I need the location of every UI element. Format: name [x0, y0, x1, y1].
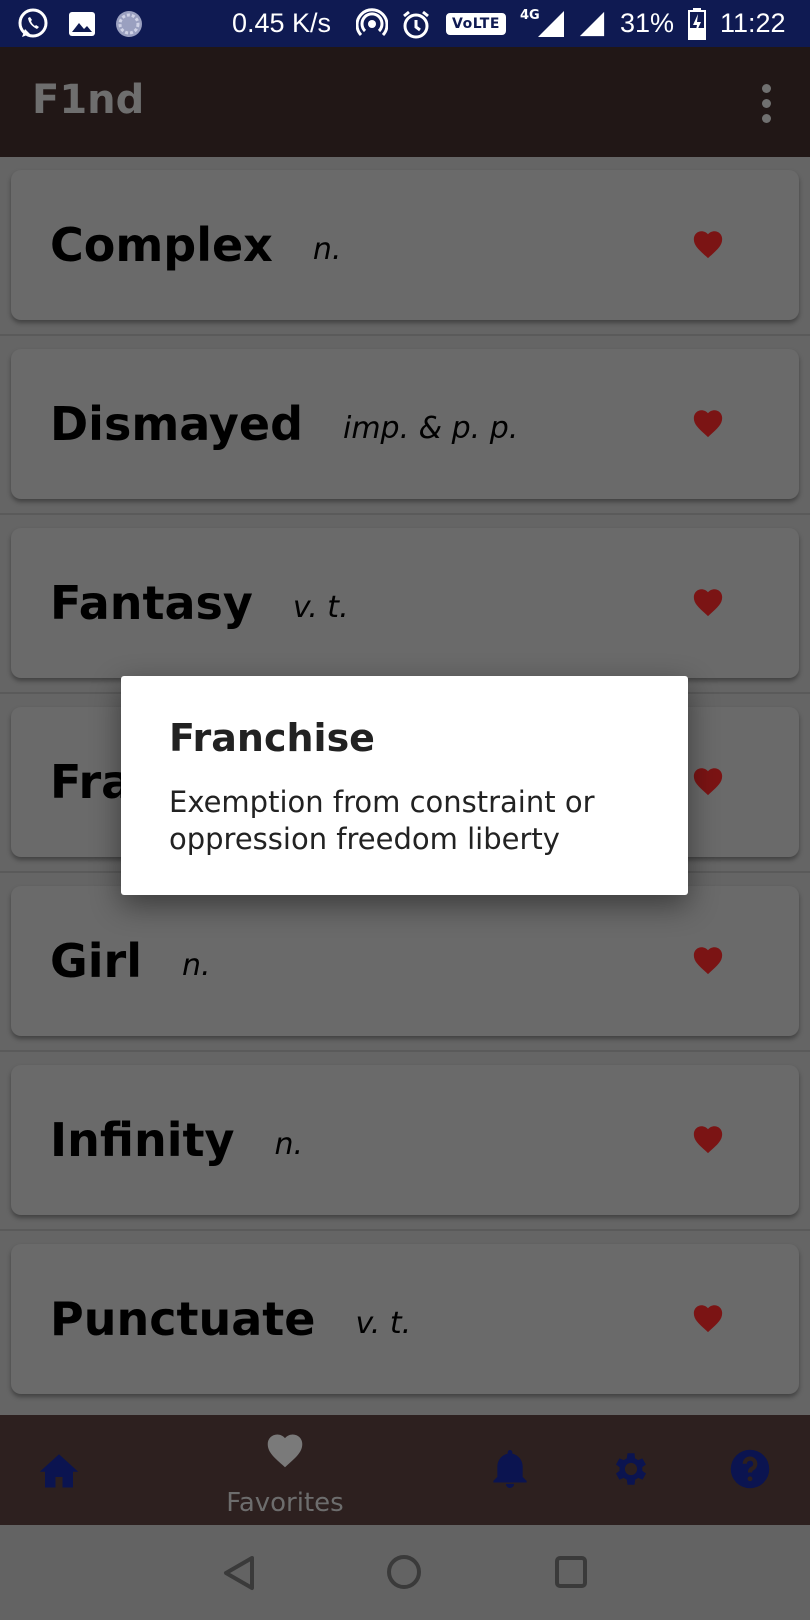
word-title: Punctuate [50, 1292, 316, 1346]
heart-icon[interactable] [691, 944, 725, 976]
heart-icon[interactable] [691, 228, 725, 260]
part-of-speech: v. t. [292, 589, 349, 625]
battery-charging-icon [688, 0, 706, 47]
word-title: Fra [50, 755, 133, 809]
notifications-icon[interactable] [491, 1448, 529, 1490]
heart-icon[interactable] [691, 765, 725, 797]
word-title: Infinity [50, 1113, 235, 1167]
heart-icon[interactable] [691, 407, 725, 439]
more-vert-icon[interactable] [754, 84, 778, 124]
list-item[interactable]: Infinity n. [11, 1065, 799, 1215]
sync-icon [114, 0, 144, 47]
signal-icon [536, 0, 566, 47]
heart-icon[interactable] [691, 1302, 725, 1334]
part-of-speech: v. t. [355, 1305, 412, 1341]
hotspot-icon [356, 0, 388, 47]
battery-percent: 31% [620, 8, 675, 38]
part-of-speech: n. [181, 947, 211, 983]
gallery-icon [68, 0, 96, 47]
definition-dialog[interactable]: Franchise Exemption from constraint or o… [121, 676, 688, 895]
heart-icon[interactable] [691, 586, 725, 618]
signal-icon-2 [578, 0, 606, 47]
alarm-icon [401, 0, 431, 47]
favorites-icon[interactable] [264, 1431, 306, 1469]
recents-icon[interactable] [554, 1555, 588, 1589]
list-item[interactable]: Punctuate v. t. [11, 1244, 799, 1394]
word-title: Dismayed [50, 397, 303, 451]
volte-badge: VoLTE [446, 0, 506, 47]
app-bar: F1nd [0, 47, 810, 157]
clock: 11:22 [720, 8, 786, 38]
system-navigation [0, 1525, 810, 1620]
heart-icon[interactable] [691, 1123, 725, 1155]
list-item[interactable]: Fantasy v. t. [11, 528, 799, 678]
list-item[interactable]: Dismayed imp. & p. p. [11, 349, 799, 499]
word-title: Girl [50, 934, 142, 988]
net-speed: 0.45 K/s [232, 8, 332, 38]
list-item[interactable]: Girl n. [11, 886, 799, 1036]
dialog-definition: Exemption from constraint or oppression … [169, 785, 595, 856]
back-icon[interactable] [222, 1555, 256, 1591]
list-item[interactable]: Complex n. [11, 170, 799, 320]
part-of-speech: n. [312, 231, 342, 267]
home-icon[interactable] [38, 1450, 80, 1490]
dialog-title: Franchise [169, 716, 375, 760]
word-title: Complex [50, 218, 273, 272]
status-bar: 0.45 K/s VoLTE 4G 31% 11:22 [0, 0, 810, 47]
whatsapp-icon [16, 0, 50, 47]
home-system-icon[interactable] [386, 1554, 422, 1590]
settings-icon[interactable] [610, 1448, 652, 1490]
bottom-navigation: Favorites [0, 1415, 810, 1525]
word-title: Fantasy [50, 576, 253, 630]
app-title: F1nd [32, 77, 145, 123]
favorites-label: Favorites [226, 1488, 344, 1518]
part-of-speech: imp. & p. p. [343, 410, 519, 446]
part-of-speech: n. [274, 1126, 304, 1162]
help-icon[interactable] [729, 1448, 771, 1490]
